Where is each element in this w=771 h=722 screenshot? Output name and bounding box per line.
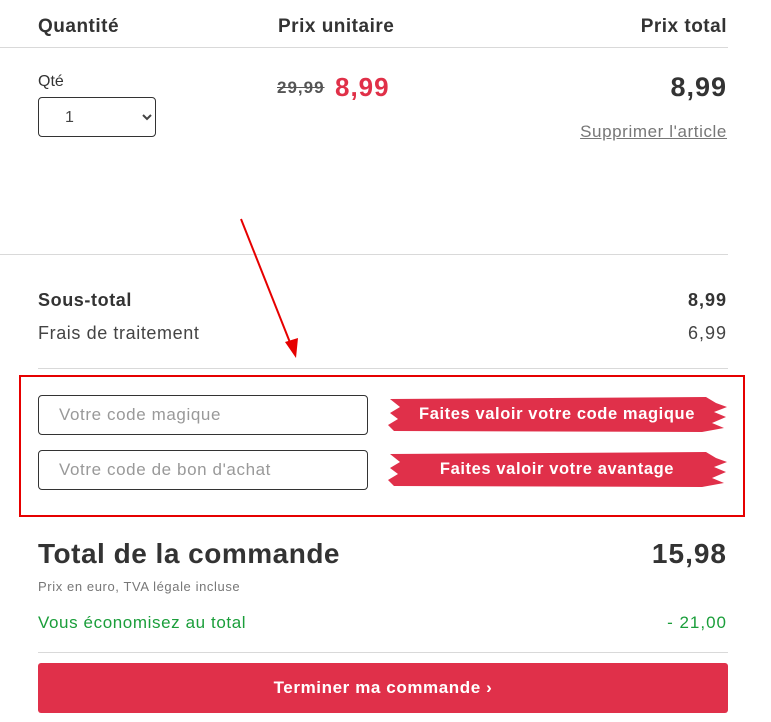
divider (0, 254, 728, 255)
old-price: 29,99 (277, 78, 325, 97)
new-price: 8,99 (335, 72, 390, 102)
fees-value: 6,99 (687, 323, 727, 343)
header-unit-price: Prix unitaire (278, 16, 395, 37)
remove-item-link[interactable]: Supprimer l'article (580, 122, 727, 142)
redeem-voucher-label: Faites valoir votre avantage (439, 460, 675, 478)
order-total-value: 15,98 (651, 538, 727, 569)
savings-value: - 21,00 (667, 613, 727, 632)
redeem-voucher-button[interactable]: Faites valoir votre avantage (386, 450, 728, 488)
quantity-select[interactable]: 1 (38, 97, 156, 137)
subtotal-label: Sous-total (38, 290, 132, 310)
checkout-button[interactable]: Terminer ma commande › (38, 663, 728, 713)
redeem-magic-code-button[interactable]: Faites valoir votre code magique (386, 395, 728, 433)
header-total-price: Prix total (640, 16, 727, 37)
tax-note: Prix en euro, TVA légale incluse (38, 579, 241, 594)
fees-label: Frais de traitement (38, 323, 200, 343)
line-total: 8,99 (670, 72, 727, 102)
voucher-code-input[interactable] (38, 450, 368, 490)
qty-label: Qté (38, 73, 64, 90)
redeem-magic-code-label: Faites valoir votre code magique (419, 405, 695, 423)
divider (0, 47, 728, 48)
divider (38, 652, 728, 653)
divider (38, 368, 728, 369)
savings-label: Vous économisez au total (38, 613, 247, 632)
order-total-label: Total de la commande (38, 538, 340, 569)
subtotal-value: 8,99 (687, 290, 727, 310)
magic-code-input[interactable] (38, 395, 368, 435)
header-quantity: Quantité (38, 16, 120, 37)
